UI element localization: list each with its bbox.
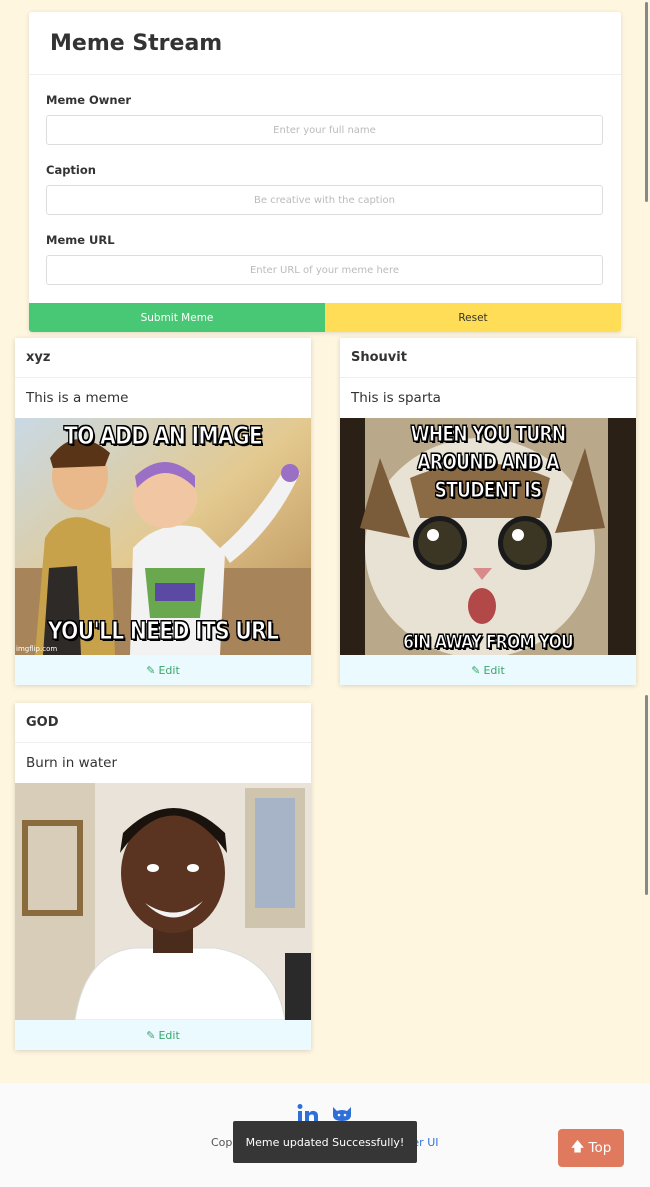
edit-icon: ✎ (146, 1028, 156, 1042)
top-label: Top (588, 1140, 612, 1156)
toast-notification: Meme updated Successfully! (233, 1121, 417, 1163)
reset-button[interactable]: Reset (325, 303, 621, 332)
edit-button[interactable]: ✎ Edit (15, 1020, 311, 1050)
edit-button[interactable]: ✎ Edit (15, 655, 311, 685)
scroll-top-button[interactable]: 🡅 Top (558, 1129, 624, 1167)
meme-owner: Shouvit (340, 338, 636, 378)
arrow-up-icon: 🡅 (570, 1138, 585, 1155)
edit-label: Edit (158, 663, 180, 677)
meme-watermark: imgflip.com (16, 645, 58, 653)
meme-owner: GOD (15, 703, 311, 743)
form-body: Meme Owner Enter your full name Caption … (29, 75, 621, 285)
edit-icon: ✎ (146, 663, 156, 677)
meme-top-text: TO ADD AN IMAGE (63, 421, 263, 451)
meme-form-card: Meme Stream Meme Owner Enter your full n… (29, 12, 621, 332)
meme-card: xyz This is a meme TO ADD AN IMAGE YOU'L… (15, 338, 311, 685)
meme-card: Shouvit This is sparta WHEN YOU TURN ARO… (340, 338, 636, 685)
url-input[interactable]: Enter URL of your meme here (46, 255, 603, 285)
form-header: Meme Stream (29, 12, 621, 75)
toast-message: Meme updated Successfully! (245, 1135, 405, 1149)
scrollbar-thumb[interactable] (645, 2, 648, 202)
caption-input[interactable]: Be creative with the caption (46, 185, 603, 215)
page-title: Meme Stream (50, 30, 223, 56)
meme-top-text: WHEN YOU TURN AROUND AND A STUDENT IS (410, 422, 566, 503)
caption-label: Caption (46, 163, 96, 177)
meme-caption: Burn in water (26, 755, 118, 771)
owner-label: Meme Owner (46, 93, 132, 107)
meme-image (15, 783, 311, 1020)
meme-owner: xyz (15, 338, 311, 378)
meme-card: GOD Burn in water ✎ Edit (15, 703, 311, 1050)
url-label: Meme URL (46, 233, 115, 247)
meme-image: TO ADD AN IMAGE YOU'LL NEED ITS URL imgf… (15, 418, 311, 655)
edit-icon: ✎ (471, 663, 481, 677)
meme-bottom-text: YOU'LL NEED ITS URL (47, 616, 279, 646)
meme-bottom-text: 6IN AWAY FROM YOU INSTEAD OF 6FT (403, 631, 574, 656)
scrollbar-thumb-inner[interactable] (645, 695, 648, 895)
meme-image-art (15, 783, 311, 1020)
copyright-prefix: Cop (211, 1136, 233, 1149)
owner-input[interactable]: Enter your full name (46, 115, 603, 145)
meme-caption: This is a meme (26, 390, 129, 406)
edit-label: Edit (483, 663, 505, 677)
edit-button[interactable]: ✎ Edit (340, 655, 636, 685)
meme-caption: This is sparta (351, 390, 441, 406)
edit-label: Edit (158, 1028, 180, 1042)
meme-image: WHEN YOU TURN AROUND AND A STUDENT IS 6I… (340, 418, 636, 655)
submit-meme-button[interactable]: Submit Meme (29, 303, 325, 332)
form-actions: Submit Meme Reset (29, 303, 621, 332)
